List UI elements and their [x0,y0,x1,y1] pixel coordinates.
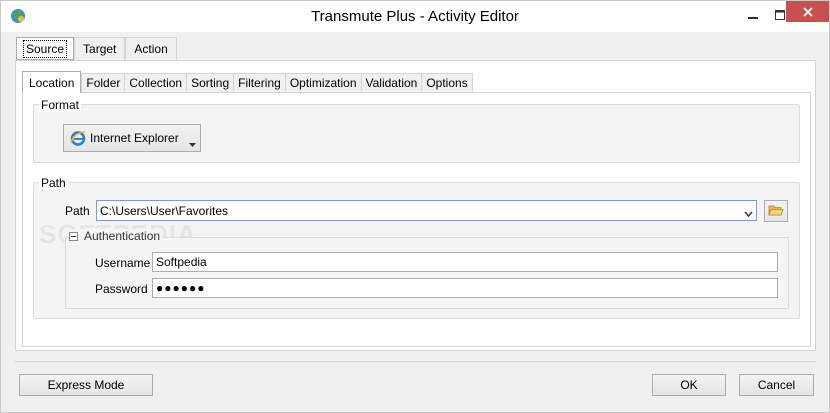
cancel-button[interactable]: Cancel [739,374,814,396]
browse-folder-button[interactable] [764,200,788,222]
minimize-button[interactable] [738,1,768,29]
open-folder-icon [768,203,784,220]
path-value: C:\Users\User\Favorites [100,203,229,218]
password-label: Password [95,282,148,296]
collapse-icon[interactable] [69,231,78,241]
tab-source[interactable]: Source [16,37,75,60]
tab-action[interactable]: Action [125,37,177,60]
footer-divider [15,361,816,362]
chevron-down-icon[interactable] [744,206,753,220]
authentication-panel [65,237,789,309]
tab-location[interactable]: Location [22,71,82,93]
tab-folder[interactable]: Folder [81,73,125,93]
window-title: Transmute Plus - Activity Editor [311,8,519,25]
authentication-header[interactable]: Authentication [69,229,164,243]
username-field[interactable]: Softpedia [152,252,778,272]
express-mode-button[interactable]: Express Mode [19,374,153,396]
authentication-label: Authentication [84,229,161,243]
activity-editor-window: Transmute Plus - Activity Editor Source … [0,0,830,413]
tab-sorting[interactable]: Sorting [186,73,234,93]
internet-explorer-icon [70,130,86,146]
close-button[interactable] [786,1,829,22]
format-selected-label: Internet Explorer [90,131,179,145]
path-field-label: Path [65,204,90,218]
tab-options[interactable]: Options [421,73,473,93]
password-value: ●●●●●● [156,281,206,295]
inner-tab-strip: Location Folder Collection Sorting Filte… [22,71,473,93]
path-combobox[interactable]: C:\Users\User\Favorites [96,200,757,221]
title-bar[interactable]: Transmute Plus - Activity Editor [1,1,829,32]
tab-optimization[interactable]: Optimization [284,73,361,93]
outer-tab-strip: Source Target Action [16,37,177,60]
tab-target[interactable]: Target [74,37,126,60]
tab-collection[interactable]: Collection [124,73,187,93]
path-group-label: Path [39,176,68,190]
password-field[interactable]: ●●●●●● [152,278,778,298]
username-label: Username [95,256,151,270]
tab-filtering[interactable]: Filtering [233,73,285,93]
dropdown-arrow-icon [189,136,196,150]
format-group-label: Format [39,98,82,112]
tab-source-label: Source [23,39,68,58]
username-value: Softpedia [156,255,207,269]
tab-validation[interactable]: Validation [360,73,422,93]
ok-button[interactable]: OK [652,374,726,396]
format-dropdown-button[interactable]: Internet Explorer [63,124,201,152]
